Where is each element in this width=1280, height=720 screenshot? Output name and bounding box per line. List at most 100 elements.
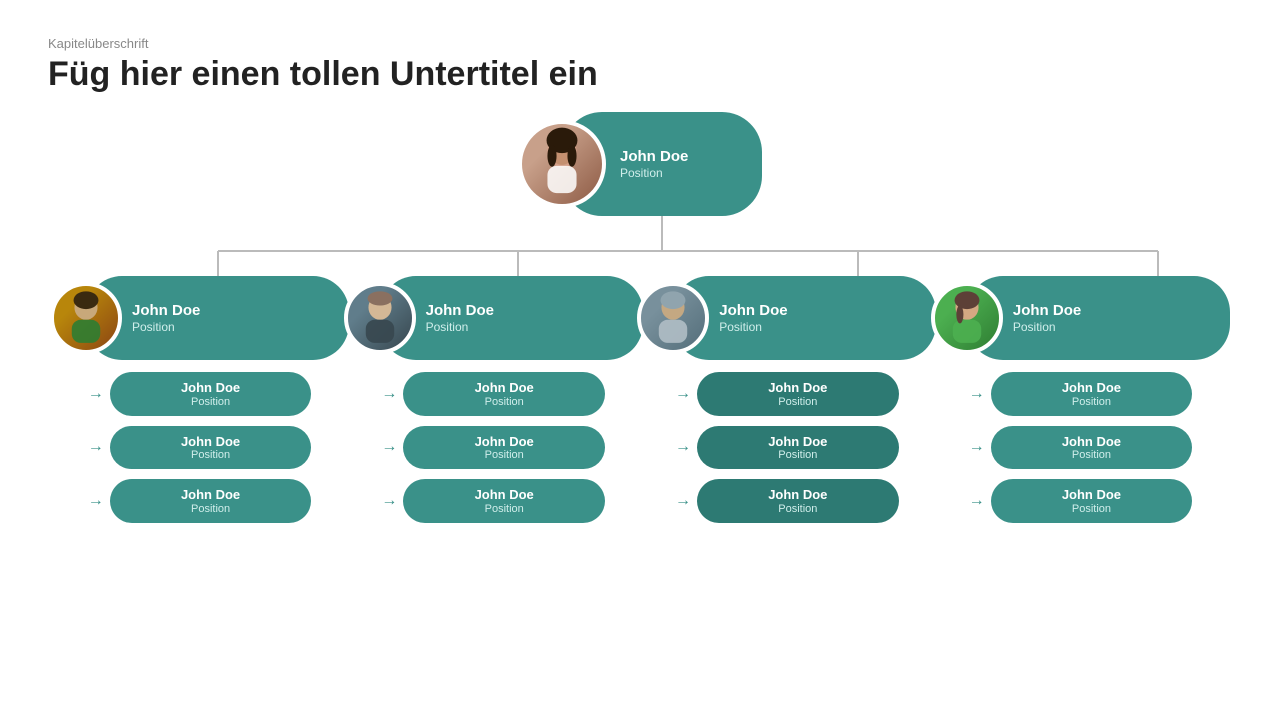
sub-name: John Doe (126, 380, 296, 396)
branch-4-avatar-wrap (931, 282, 1003, 354)
sub-card: John Doe Position (110, 426, 312, 470)
sub-position: Position (419, 449, 589, 461)
branch-2-text: John Doe Position (426, 302, 494, 334)
sub-name: John Doe (713, 380, 883, 396)
top-avatar-wrap (518, 120, 606, 208)
list-item: → John Doe Position (969, 479, 1193, 523)
branch-2: John Doe Position → John Doe Position → (362, 276, 625, 523)
branch-2-card: John Doe Position (380, 276, 643, 360)
sub-name: John Doe (713, 487, 883, 503)
branch-4-card: John Doe Position (967, 276, 1230, 360)
avatar (931, 282, 1003, 354)
list-item: → John Doe Position (969, 372, 1193, 416)
top-node-position: Position (620, 166, 688, 180)
list-item: → John Doe Position (969, 426, 1193, 470)
branch-4-sub-items: → John Doe Position → John Doe Position (969, 372, 1193, 523)
list-item: → John Doe Position (675, 479, 899, 523)
sub-position: Position (126, 503, 296, 515)
avatar (344, 282, 416, 354)
sub-name: John Doe (126, 487, 296, 503)
arrow-icon: → (969, 492, 985, 510)
sub-position: Position (126, 449, 296, 461)
branch-1-sub-items: → John Doe Position → John Doe Position (88, 372, 312, 523)
list-item: → John Doe Position (675, 426, 899, 470)
sub-card: John Doe Position (110, 479, 312, 523)
sub-position: Position (126, 396, 296, 408)
top-node-name: John Doe (620, 148, 688, 166)
sub-card: John Doe Position (403, 479, 605, 523)
sub-card: John Doe Position (697, 479, 899, 523)
avatar (50, 282, 122, 354)
arrow-icon: → (88, 438, 104, 456)
arrow-icon: → (969, 385, 985, 403)
sub-name: John Doe (419, 380, 589, 396)
person-icon (641, 286, 705, 350)
arrow-icon: → (381, 492, 397, 510)
arrow-icon: → (675, 438, 691, 456)
arrow-icon: → (675, 385, 691, 403)
branch-4-text: John Doe Position (1013, 302, 1081, 334)
sub-position: Position (1007, 396, 1177, 408)
branch-1-text: John Doe Position (132, 302, 200, 334)
branch-2-name: John Doe (426, 302, 494, 320)
sub-card: John Doe Position (991, 479, 1193, 523)
list-item: → John Doe Position (675, 372, 899, 416)
sub-position: Position (713, 503, 883, 515)
branch-3-position: Position (719, 320, 787, 334)
arrow-icon: → (675, 492, 691, 510)
list-item: → John Doe Position (88, 479, 312, 523)
sub-position: Position (713, 449, 883, 461)
chapter-label: Kapitelüberschrift (48, 36, 1232, 51)
branch-4: John Doe Position → John Doe Position → (949, 276, 1212, 523)
branch-3: John Doe Position → John Doe Position → (655, 276, 918, 523)
branch-3-name: John Doe (719, 302, 787, 320)
list-item: → John Doe Position (381, 479, 605, 523)
arrow-icon: → (88, 385, 104, 403)
arrow-icon: → (969, 438, 985, 456)
sub-card: John Doe Position (697, 372, 899, 416)
org-chart: John Doe Position (48, 112, 1232, 696)
main-title: Füg hier einen tollen Untertitel ein (48, 55, 1232, 94)
branch-2-avatar-wrap (344, 282, 416, 354)
list-item: → John Doe Position (381, 372, 605, 416)
sub-name: John Doe (419, 487, 589, 503)
branch-2-position: Position (426, 320, 494, 334)
avatar (518, 120, 606, 208)
branch-1-position: Position (132, 320, 200, 334)
person-icon (348, 286, 412, 350)
sub-name: John Doe (126, 434, 296, 450)
top-level: John Doe Position (562, 112, 762, 216)
branch-1: John Doe Position → John Doe Position → (68, 276, 331, 523)
branch-4-position: Position (1013, 320, 1081, 334)
sub-card: John Doe Position (697, 426, 899, 470)
arrow-icon: → (88, 492, 104, 510)
branch-1-avatar-wrap (50, 282, 122, 354)
arrow-icon: → (381, 385, 397, 403)
branch-1-card: John Doe Position (86, 276, 349, 360)
sub-name: John Doe (1007, 380, 1177, 396)
sub-name: John Doe (419, 434, 589, 450)
sub-card: John Doe Position (110, 372, 312, 416)
sub-name: John Doe (713, 434, 883, 450)
list-item: → John Doe Position (381, 426, 605, 470)
branch-4-name: John Doe (1013, 302, 1081, 320)
sub-name: John Doe (1007, 434, 1177, 450)
arrow-icon: → (381, 438, 397, 456)
list-item: → John Doe Position (88, 426, 312, 470)
sub-position: Position (419, 503, 589, 515)
sub-card: John Doe Position (403, 372, 605, 416)
branch-3-card: John Doe Position (673, 276, 936, 360)
person-icon (522, 124, 602, 204)
person-icon (54, 286, 118, 350)
top-node-card: John Doe Position (562, 112, 762, 216)
branch-3-sub-items: → John Doe Position → John Doe Position (675, 372, 899, 523)
level2-row: John Doe Position → John Doe Position → (48, 276, 1232, 523)
sub-name: John Doe (1007, 487, 1177, 503)
sub-position: Position (1007, 503, 1177, 515)
sub-position: Position (1007, 449, 1177, 461)
top-node-text: John Doe Position (620, 148, 688, 180)
tree-lines-svg (48, 216, 1232, 276)
branch-1-name: John Doe (132, 302, 200, 320)
sub-card: John Doe Position (991, 426, 1193, 470)
page: Kapitelüberschrift Füg hier einen tollen… (0, 0, 1280, 720)
